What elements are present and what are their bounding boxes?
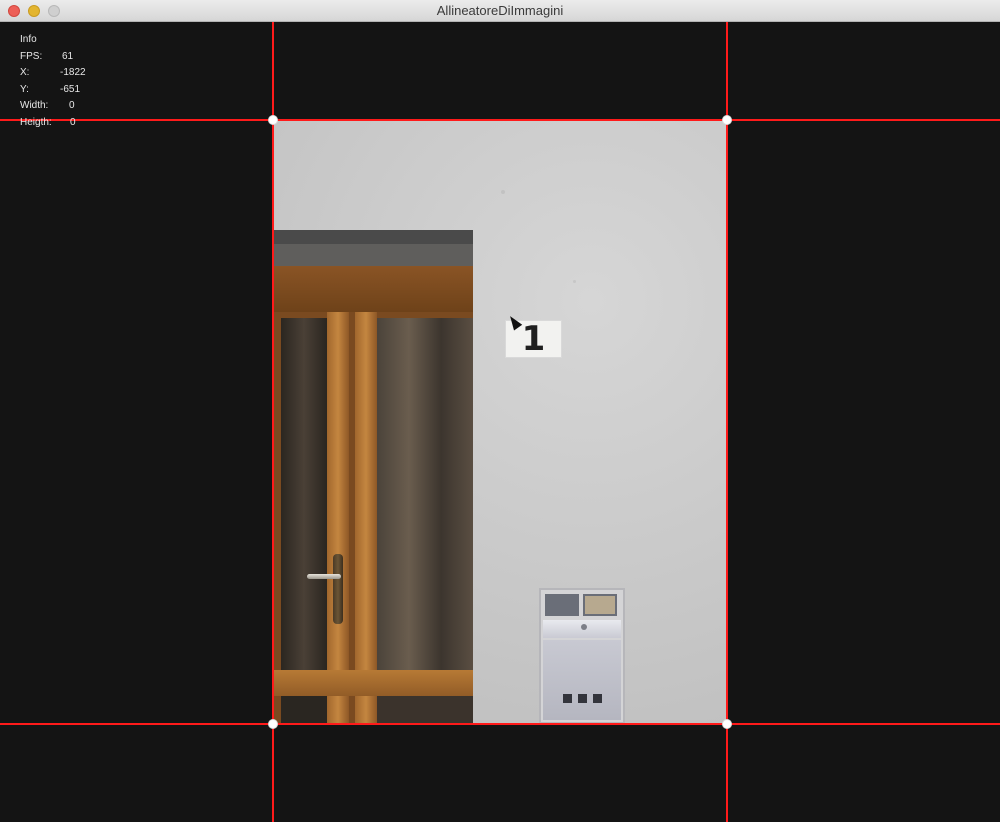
mailbox-lock: [581, 624, 587, 630]
door-bottom-rail: [273, 670, 473, 696]
corner-handle-top-left[interactable]: [268, 115, 278, 125]
guide-line-left[interactable]: [272, 22, 274, 822]
mailbox-name-tag: [583, 594, 617, 616]
door-frame-top: [273, 244, 473, 266]
mailbox-intercom-panel: [545, 594, 579, 616]
door-lower-glass-right: [377, 696, 473, 724]
guide-line-top[interactable]: [0, 119, 1000, 121]
info-value: 0: [69, 100, 75, 112]
aligned-photo[interactable]: 1: [273, 120, 727, 724]
guide-line-bottom[interactable]: [0, 723, 1000, 725]
door-glass-right: [377, 318, 473, 670]
door-head-rail: [273, 266, 473, 312]
info-value: 0: [70, 116, 76, 128]
mailbox-lid: [543, 620, 621, 638]
info-value: -651: [60, 83, 81, 95]
app-window: AllineatoreDiImmagini 1 Info FPS: 61 X: …: [0, 0, 1000, 822]
window-title: AllineatoreDiImmagini: [436, 3, 564, 18]
guide-line-right[interactable]: [726, 22, 728, 822]
wall-speck: [501, 190, 505, 194]
corner-handle-bottom-right[interactable]: [722, 719, 732, 729]
door-handle: [307, 574, 341, 579]
wall-speck: [573, 280, 576, 283]
info-value: -1822: [60, 67, 86, 79]
mailbox-vent: [593, 694, 602, 703]
mailbox-vent: [578, 694, 587, 703]
mailbox: [539, 588, 625, 724]
door-lintel: [273, 230, 473, 244]
door-glass-left: [281, 318, 327, 670]
info-label: Width:: [20, 100, 49, 112]
corner-handle-top-right[interactable]: [722, 115, 732, 125]
mailbox-vent: [563, 694, 572, 703]
image-canvas[interactable]: 1 Info FPS: 61 X: -1822 Y: -651 Width: 0…: [0, 22, 1000, 822]
mailbox-body: [543, 640, 621, 720]
info-label: Y:: [20, 83, 29, 95]
info-label: Heigth:: [20, 116, 52, 128]
corner-handle-bottom-left[interactable]: [268, 719, 278, 729]
door-stile-left: [327, 312, 349, 724]
info-label: X:: [20, 67, 30, 79]
info-heading: Info: [20, 34, 37, 45]
title-bar[interactable]: AllineatoreDiImmagini: [0, 0, 1000, 22]
door-lower-glass-left: [281, 696, 327, 724]
info-value: 61: [62, 50, 74, 62]
door-stile-right: [355, 312, 377, 724]
info-label: FPS:: [20, 50, 43, 62]
door-handle-plate: [333, 554, 343, 624]
wooden-door: [273, 266, 473, 724]
